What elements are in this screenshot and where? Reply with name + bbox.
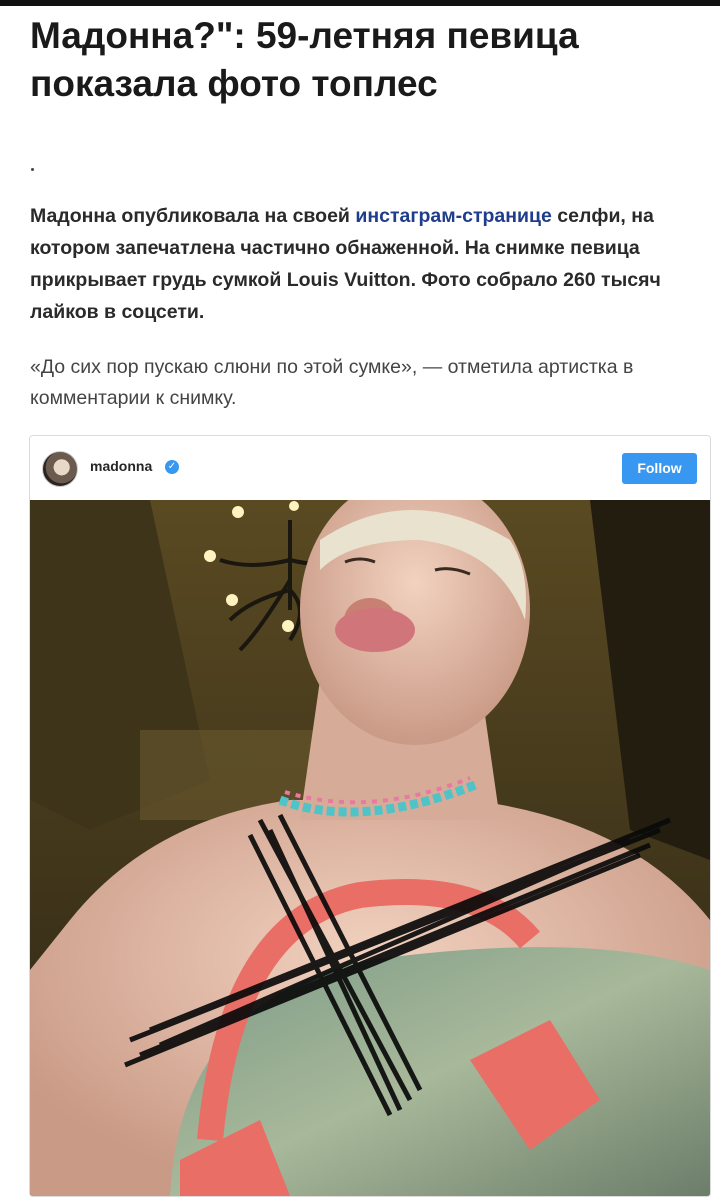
- top-bar: [0, 0, 720, 6]
- article-title: Мадонна?": 59-летняя певица показала фот…: [30, 15, 579, 104]
- separator-dot: [31, 168, 34, 171]
- embed-header: madonna ✓ Follow: [30, 436, 710, 500]
- verified-check-icon: ✓: [165, 460, 179, 474]
- post-photo[interactable]: [30, 500, 710, 1196]
- username[interactable]: madonna: [90, 458, 152, 474]
- instagram-embed: madonna ✓ Follow: [29, 435, 711, 1197]
- lead-text-start: Мадонна опубликовала на своей: [30, 205, 356, 227]
- instagram-page-link[interactable]: инстаграм-странице: [355, 205, 552, 227]
- avatar[interactable]: [42, 451, 78, 487]
- article-lead: Мадонна опубликовала на своей инстаграм-…: [30, 200, 695, 328]
- follow-button[interactable]: Follow: [622, 453, 697, 484]
- article-quote: «До сих пор пускаю слюни по этой сумке»,…: [30, 356, 634, 409]
